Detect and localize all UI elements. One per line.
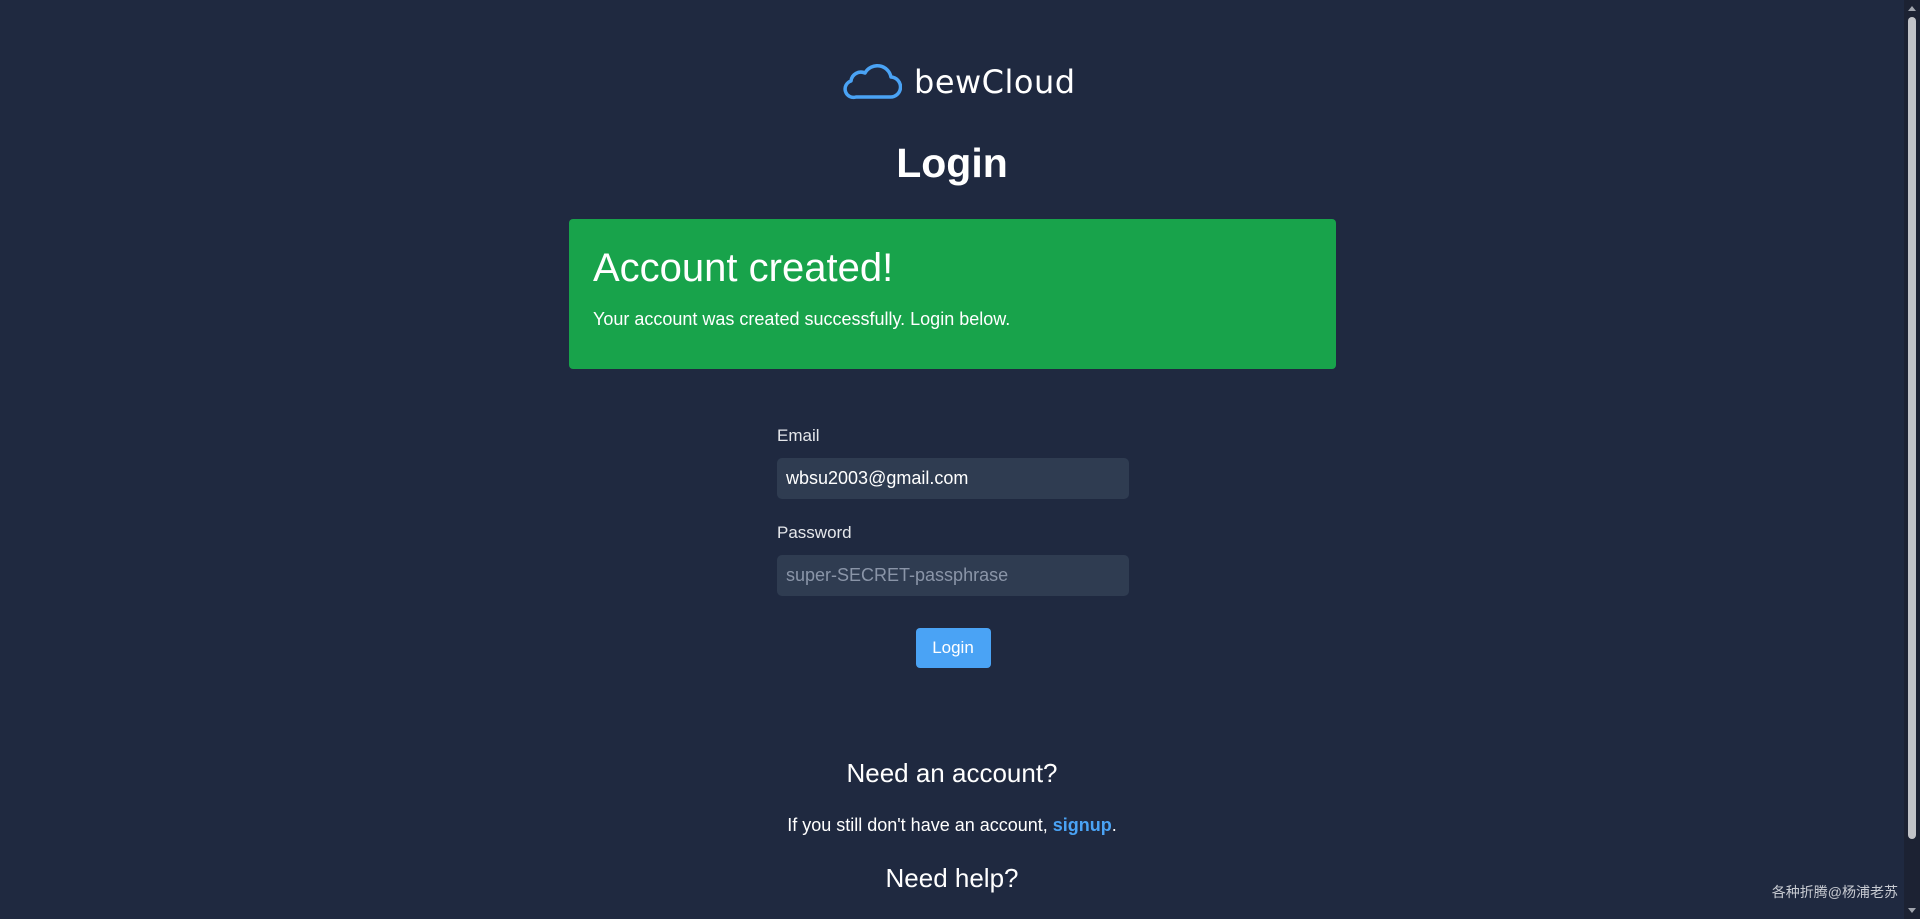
scroll-up-arrow-icon[interactable] [1908, 6, 1916, 11]
main-content: bewCloud Login Account created! Your acc… [0, 0, 1904, 919]
cloud-icon [842, 64, 902, 100]
success-notice: Account created! Your account was create… [569, 219, 1336, 369]
login-page: bewCloud Login Account created! Your acc… [0, 0, 1920, 919]
password-label: Password [777, 523, 852, 542]
password-input[interactable] [777, 555, 1129, 596]
login-button[interactable]: Login [915, 628, 991, 668]
email-input[interactable] [777, 458, 1129, 499]
scroll-down-arrow-icon[interactable] [1908, 908, 1916, 913]
watermark: 各种折腾@杨浦老苏 [1771, 884, 1898, 900]
button-row: Login [777, 628, 1129, 668]
signup-text-suffix: . [1111, 815, 1117, 835]
email-label: Email [777, 426, 820, 445]
vertical-scrollbar[interactable] [1904, 0, 1920, 919]
password-field-group: Password [777, 523, 1129, 596]
page-title: Login [896, 140, 1008, 186]
login-form: Email Password Login [777, 426, 1129, 668]
email-field-group: Email [777, 426, 1129, 499]
scrollbar-thumb[interactable] [1908, 17, 1916, 839]
app-name: bewCloud [914, 63, 1076, 101]
app-logo[interactable]: bewCloud [842, 60, 1076, 104]
need-account-heading: Need an account? [846, 758, 1058, 788]
signup-text-prefix: If you still don't have an account, [787, 815, 1053, 835]
notice-message: Your account was created successfully. L… [593, 309, 1011, 329]
need-help-heading: Need help? [885, 863, 1019, 893]
signup-text: If you still don't have an account, sign… [0, 815, 1904, 836]
signup-link[interactable]: signup [1053, 815, 1112, 835]
notice-title: Account created! [593, 246, 894, 290]
